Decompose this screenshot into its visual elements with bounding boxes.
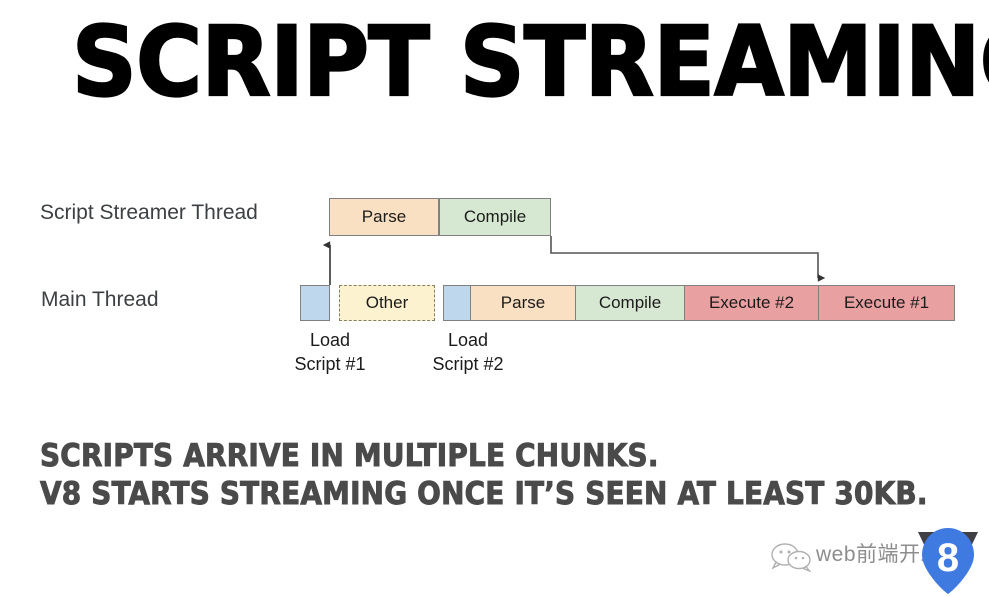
caption-load-script-2: Load Script #2	[432, 330, 504, 374]
caption-load-script-1: Load Script #1	[294, 330, 366, 374]
arrow-compile-to-execute	[550, 236, 826, 282]
main-block-other: Other	[339, 285, 435, 321]
slide-canvas: SCRIPT STREAMING Script Streamer Thread …	[0, 0, 989, 597]
svg-text:8: 8	[937, 536, 959, 580]
caption-line-1: SCRIPTS ARRIVE IN MULTIPLE CHUNKS.	[40, 438, 659, 475]
slide-caption: SCRIPTS ARRIVE IN MULTIPLE CHUNKS. V8 ST…	[40, 437, 928, 513]
row-label-main-thread: Main Thread	[41, 288, 159, 311]
main-block-execute-2: Execute #2	[684, 285, 819, 321]
streamer-block-compile: Compile	[439, 198, 551, 236]
caption-line-2: V8 STARTS STREAMING ONCE IT’S SEEN AT LE…	[40, 476, 928, 513]
streamer-block-parse: Parse	[329, 198, 439, 236]
main-block-execute-1: Execute #1	[818, 285, 955, 321]
v8-logo: 8	[918, 528, 978, 594]
main-block-compile: Compile	[575, 285, 685, 321]
row-label-script-streamer-thread: Script Streamer Thread	[40, 201, 258, 224]
wechat-icon	[771, 543, 812, 572]
main-block-load-script-2	[443, 285, 471, 321]
watermark: web前端开发 8	[768, 524, 989, 597]
main-block-load-script-1	[300, 285, 330, 321]
main-block-parse: Parse	[470, 285, 576, 321]
